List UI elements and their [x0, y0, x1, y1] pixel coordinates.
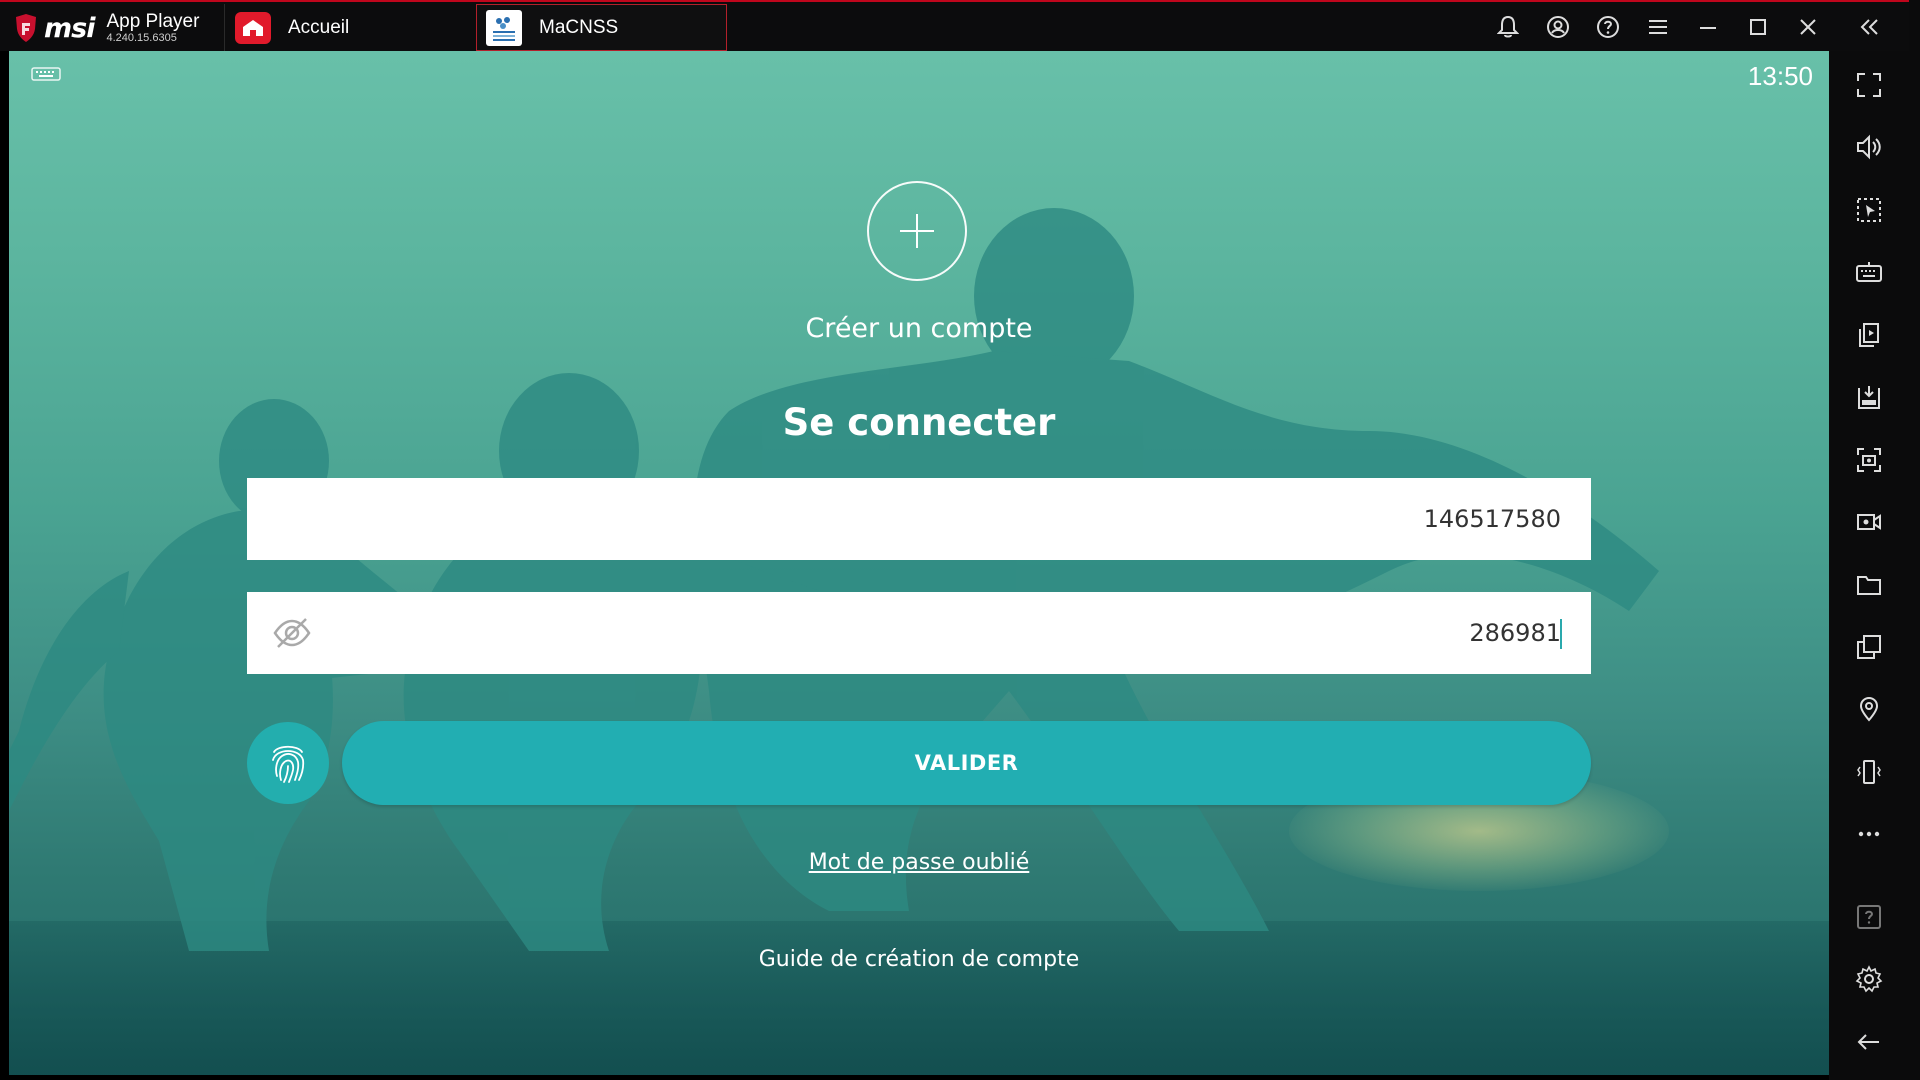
more-icon[interactable] — [1851, 816, 1887, 852]
pointer-select-icon[interactable] — [1851, 192, 1887, 228]
folder-icon[interactable] — [1851, 567, 1887, 603]
keyboard-icon[interactable] — [31, 66, 61, 84]
back-icon[interactable] — [1851, 1024, 1887, 1060]
screenshot-icon[interactable] — [1851, 442, 1887, 478]
fullscreen-icon[interactable] — [1851, 67, 1887, 103]
title-bar: msi App Player 4.240.15.6305 Accueil MaC… — [0, 0, 1920, 51]
tab-macnss[interactable]: MaCNSS — [476, 4, 727, 51]
android-screen: 13:50 Créer un compte Se connecter 14651… — [9, 51, 1829, 1075]
record-icon[interactable] — [1851, 504, 1887, 540]
macnss-app-icon — [486, 9, 522, 46]
app-name: App Player — [106, 11, 200, 32]
account-icon[interactable] — [1543, 12, 1573, 42]
menu-icon[interactable] — [1643, 12, 1673, 42]
forgot-password-container: Mot de passe oublié — [9, 850, 1829, 875]
fingerprint-icon — [272, 745, 305, 783]
password-field[interactable] — [247, 592, 1591, 674]
help-icon[interactable] — [1851, 899, 1887, 935]
collapse-sidebar-icon[interactable] — [1855, 12, 1885, 42]
username-field-container — [247, 478, 1591, 560]
maximize-icon[interactable] — [1743, 12, 1773, 42]
multi-instance-icon[interactable] — [1851, 629, 1887, 665]
settings-icon[interactable] — [1851, 961, 1887, 997]
tab-macnss-label: MaCNSS — [539, 16, 619, 38]
apk-install-icon[interactable] — [1851, 379, 1887, 415]
create-account-label[interactable]: Créer un compte — [9, 313, 1829, 344]
forgot-password-link[interactable]: Mot de passe oublié — [809, 850, 1030, 875]
password-field-container — [247, 592, 1591, 674]
close-icon[interactable] — [1793, 12, 1823, 42]
shake-icon[interactable] — [1851, 754, 1887, 790]
keyboard-controls-icon[interactable] — [1851, 254, 1887, 290]
msi-shield-logo-icon — [16, 14, 36, 42]
home-icon — [235, 11, 271, 44]
location-icon[interactable] — [1851, 691, 1887, 727]
window-edge — [1909, 0, 1920, 1080]
help-icon[interactable] — [1593, 12, 1623, 42]
right-sidebar — [1829, 51, 1909, 1080]
msi-brand: msi App Player 4.240.15.6305 — [14, 8, 199, 48]
username-field[interactable] — [247, 478, 1591, 560]
tab-accueil-label: Accueil — [288, 16, 350, 38]
app-version: 4.240.15.6305 — [106, 32, 177, 44]
create-account-button[interactable] — [867, 181, 967, 281]
app-player-name: App Player 4.240.15.6305 — [106, 12, 199, 44]
text-cursor — [1560, 619, 1562, 649]
account-guide-link[interactable]: Guide de création de compte — [9, 947, 1829, 972]
msi-logo-text: msi — [44, 12, 95, 44]
fingerprint-button[interactable] — [247, 722, 329, 804]
plus-icon — [900, 214, 934, 248]
tab-accueil[interactable]: Accueil — [224, 4, 474, 51]
minimize-icon[interactable] — [1693, 12, 1723, 42]
bell-icon[interactable] — [1493, 12, 1523, 42]
validate-button[interactable]: VALIDER — [342, 721, 1591, 805]
install-app-icon[interactable] — [1851, 317, 1887, 353]
login-title: Se connecter — [782, 401, 1056, 444]
volume-icon[interactable] — [1851, 129, 1887, 165]
status-time: 13:50 — [1747, 61, 1813, 91]
